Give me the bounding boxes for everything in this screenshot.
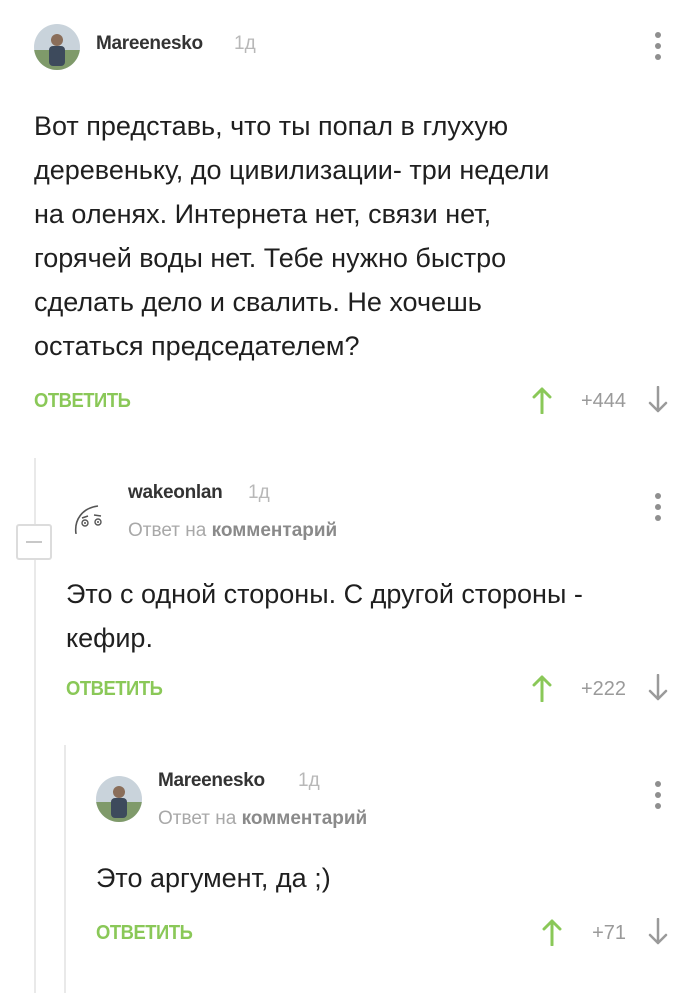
arrow-down-icon[interactable] [648,917,668,946]
comment-score: +444 [580,390,626,412]
comment-author[interactable]: wakeonlan [128,482,223,504]
comment-time: 1д [234,33,256,54]
arrow-up-icon[interactable] [542,918,562,947]
comment-text-line: горячей воды нет. Тебе нужно быстро [34,243,507,273]
comment-score: +71 [592,922,626,944]
comment-text-line: Это аргумент, да ;) [96,863,331,893]
more-vertical-icon[interactable] [652,31,664,61]
comment-text-line: сделать дело и свалить. Не хочешь [34,287,482,317]
avatar-face-drawing [74,505,102,535]
comment-author[interactable]: Mareenesko [158,770,265,792]
reply-to-link[interactable]: Ответ на комментарий [158,808,367,830]
arrow-down-icon[interactable] [648,385,668,414]
reply-to-target[interactable]: комментарий [242,808,368,829]
avatar[interactable] [96,776,142,822]
more-vertical-icon[interactable] [652,492,664,522]
comment-2: wakeonlan 1д Ответ на комментарий Это с … [0,460,700,720]
comment-text: Это аргумент, да ;) [96,856,676,900]
comment-text-line: на оленях. Интернета нет, связи нет, [34,199,492,229]
comment-score: +222 [580,678,626,700]
comment-time: 1д [248,482,270,503]
reply-button[interactable]: ОТВЕТИТЬ [34,390,131,413]
reply-button[interactable]: ОТВЕТИТЬ [66,678,163,701]
reply-to-prefix: Ответ на [158,808,237,829]
reply-button[interactable]: ОТВЕТИТЬ [96,922,193,945]
avatar[interactable] [68,494,114,540]
comment-3: Mareenesko 1д Ответ на комментарий Это а… [0,750,700,993]
comment-text: Вот представь, что ты попал в глухую дер… [34,104,674,368]
avatar-photo [96,776,142,822]
comment-text-line: остаться председателем? [34,331,360,361]
comment-text-line: деревеньку, до цивилизации- три недели [34,155,550,185]
comment-text: Это с одной стороны. С другой стороны - … [66,572,686,660]
more-vertical-icon[interactable] [652,780,664,810]
avatar-photo [34,24,80,70]
reply-to-prefix: Ответ на [128,520,207,541]
comment-1: Mareenesko 1д Вот представь, что ты попа… [0,0,700,440]
avatar[interactable] [34,24,80,70]
reply-to-link[interactable]: Ответ на комментарий [128,520,337,542]
arrow-up-icon[interactable] [532,674,552,703]
reply-to-target[interactable]: комментарий [212,520,338,541]
arrow-up-icon[interactable] [532,386,552,415]
arrow-down-icon[interactable] [648,673,668,702]
comment-text-line: кефир. [66,623,153,653]
comment-text-line: Вот представь, что ты попал в глухую [34,111,509,141]
comment-author[interactable]: Mareenesko [96,33,203,55]
comment-text-line: Это с одной стороны. С другой стороны - [66,579,583,609]
comment-time: 1д [298,770,320,791]
